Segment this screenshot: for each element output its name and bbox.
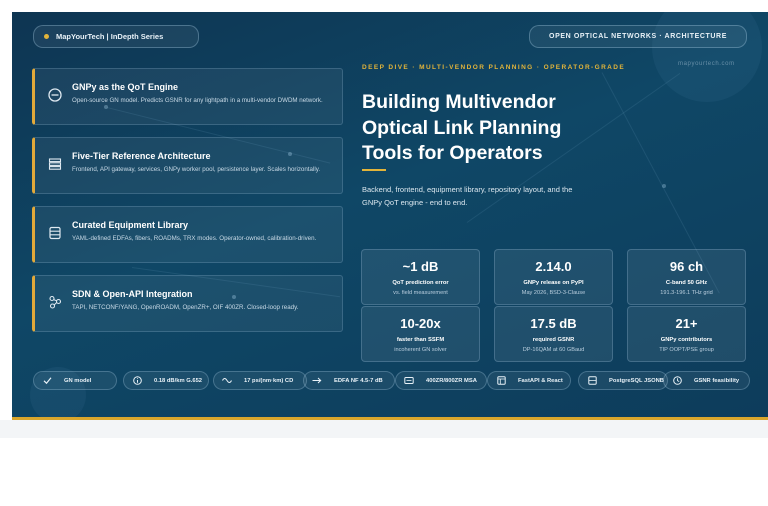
wave-icon [222, 376, 232, 386]
chip-label: 0.18 dB/km G.652 [154, 377, 203, 384]
chip-gsnr-feasibility[interactable]: GSNR feasibility [663, 371, 750, 390]
stat-value: 2.14.0 [535, 259, 572, 274]
title-line: Building Multivendor [362, 91, 556, 113]
feature-card-architecture[interactable]: Five-Tier Reference Architecture Fronten… [32, 137, 343, 194]
stat-card: 17.5 dB required GSNR DP-16QAM at 60 GBa… [494, 306, 613, 362]
topic-label: OPEN OPTICAL NETWORKS · ARCHITECTURE [549, 33, 727, 40]
stat-value: 21+ [675, 316, 698, 331]
card-title: SDN & Open-API Integration [72, 289, 193, 299]
chip-label: FastAPI & React [518, 377, 563, 384]
watermark: mapyourtech.com [678, 61, 735, 67]
layers-icon [47, 156, 63, 172]
stat-label: C-band 50 GHz [665, 280, 708, 286]
chip-label: PostgreSQL JSONB [609, 377, 664, 384]
stat-label: faster than SSFM [396, 337, 445, 343]
brand-label: MapYourTech | InDepth Series [56, 32, 164, 41]
stat-sub: vs. field measurement [393, 290, 448, 296]
brand-pill[interactable]: MapYourTech | InDepth Series [33, 25, 199, 48]
window-icon [496, 376, 506, 386]
stat-value: 10-20x [400, 316, 441, 331]
chip-label: EDFA NF 4.5-7 dB [334, 377, 383, 384]
network-nodes-icon [47, 294, 63, 310]
stat-value: 96 ch [669, 259, 704, 274]
card-desc: Frontend, API gateway, services, GNPy wo… [72, 166, 321, 173]
stat-sub: May 2026, BSD-3-Clause [521, 290, 586, 296]
feature-card-gnpy[interactable]: GNPy as the QoT Engine Open-source GN mo… [32, 68, 343, 125]
stat-card: 10-20x faster than SSFM incoherent GN so… [361, 306, 480, 362]
chip-edfa[interactable]: EDFA NF 4.5-7 dB [303, 371, 395, 390]
storage-icon [587, 376, 597, 386]
stat-sub: TIP OOPT/PSE group [659, 347, 714, 353]
check-icon [42, 376, 52, 386]
title-line: Tools for Operators [362, 142, 543, 164]
title-line: Optical Link Planning [362, 116, 562, 139]
clock-icon [672, 376, 682, 386]
card-title: GNPy as the QoT Engine [72, 82, 179, 92]
card-desc: TAPI, NETCONF/YANG, OpenROADM, OpenZR+, … [72, 304, 299, 311]
topic-pill[interactable]: OPEN OPTICAL NETWORKS · ARCHITECTURE [529, 25, 747, 48]
stat-value: 17.5 dB [530, 316, 577, 331]
chip-label: 17 ps/(nm·km) CD [244, 377, 294, 384]
page-footer-strip [0, 420, 768, 438]
feature-card-sdn[interactable]: SDN & Open-API Integration TAPI, NETCONF… [32, 275, 343, 332]
stat-card: 21+ GNPy contributors TIP OOPT/PSE group [627, 306, 746, 362]
stat-sub: 191.3-196.1 THz grid [660, 290, 713, 296]
chip-dispersion[interactable]: 17 ps/(nm·km) CD [213, 371, 307, 390]
chip-gn-model[interactable]: GN model [33, 371, 117, 390]
hero-banner: MapYourTech | InDepth Series OPEN OPTICA… [12, 12, 768, 420]
card-title: Five-Tier Reference Architecture [72, 151, 211, 161]
chip-zr-msa[interactable]: 400ZR/800ZR MSA [395, 371, 487, 390]
stat-sub: incoherent GN solver [394, 347, 447, 353]
chip-attenuation[interactable]: 0.18 dB/km G.652 [123, 371, 209, 390]
database-icon [47, 225, 63, 241]
chip-label: GSNR feasibility [694, 377, 740, 384]
chip-postgresql[interactable]: PostgreSQL JSONB [578, 371, 668, 390]
feature-card-equipment[interactable]: Curated Equipment Library YAML-defined E… [32, 206, 343, 263]
circle-line-icon [47, 87, 63, 103]
chip-fastapi-react[interactable]: FastAPI & React [487, 371, 571, 390]
decor-dot [662, 184, 666, 188]
chip-label: 400ZR/800ZR MSA [426, 377, 477, 384]
brand-dot-icon [44, 34, 49, 39]
stat-label: GNPy contributors [660, 337, 713, 343]
card-desc: Open-source GN model. Predicts GSNR for … [72, 97, 323, 104]
stat-sub: DP-16QAM at 60 GBaud [522, 347, 585, 353]
stat-card: 96 ch C-band 50 GHz 191.3-196.1 THz grid [627, 249, 746, 305]
page-title: Building Multivendor Optical Link Planni… [362, 90, 742, 167]
stat-label: required GSNR [532, 337, 575, 343]
stat-card: 2.14.0 GNPy release on PyPI May 2026, BS… [494, 249, 613, 305]
card-title: Curated Equipment Library [72, 220, 189, 230]
hero-subtitle: Backend, frontend, equipment library, re… [362, 185, 573, 207]
arrow-right-icon [312, 376, 322, 386]
hero-kicker: DEEP DIVE · MULTI-VENDOR PLANNING · OPER… [362, 64, 626, 71]
stat-card: ~1 dB QoT prediction error vs. field mea… [361, 249, 480, 305]
stat-label: GNPy release on PyPI [523, 280, 584, 286]
title-accent-bar [362, 169, 386, 171]
module-icon [404, 376, 414, 386]
chip-label: GN model [64, 377, 92, 384]
card-desc: YAML-defined EDFAs, fibers, ROADMs, TRX … [72, 235, 317, 242]
stat-value: ~1 dB [402, 259, 439, 274]
stat-label: QoT prediction error [392, 280, 449, 286]
info-icon [132, 376, 142, 386]
